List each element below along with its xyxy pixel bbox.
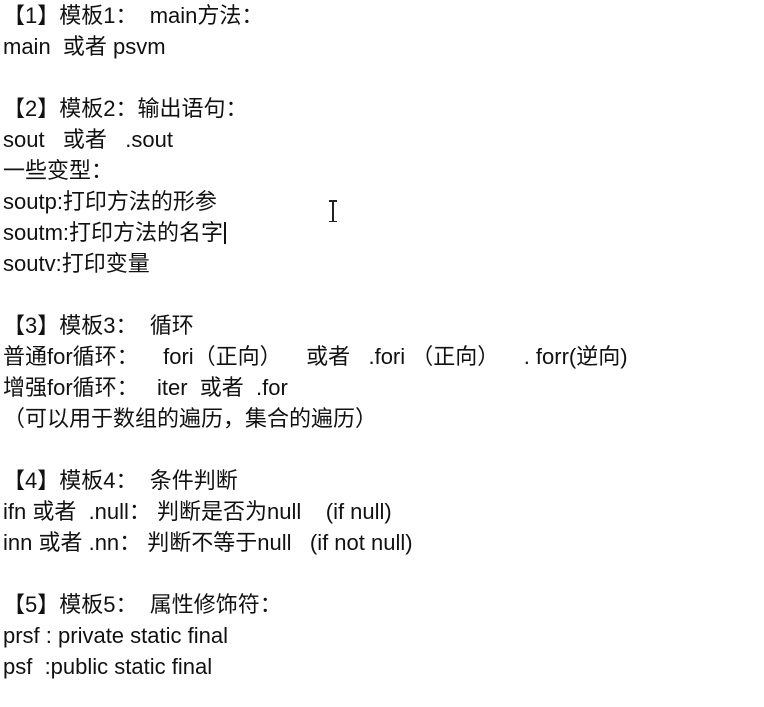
document-body[interactable]: 【1】模板1： main方法： main 或者 psvm 【2】模板2：输出语句… [3,0,758,682]
section-2-heading: 【2】模板2：输出语句： [3,96,248,121]
variant-soutp: soutp:打印方法的形参 [3,189,217,214]
template-2-content: sout 或者 .sout [3,127,173,152]
variant-soutm-text: soutm:打印方法的名字 [3,220,224,245]
template-3-normal-for: 普通for循环： fori（正向） 或者 .fori （正向） . forr(逆… [3,344,628,369]
text-caret [224,222,226,244]
variants-label: 一些变型： [3,158,114,183]
template-3-note: （可以用于数组的遍历，集合的遍历） [3,406,378,431]
template-3-enhanced-for: 增强for循环： iter 或者 .for [3,375,288,400]
section-3-heading: 【3】模板3： 循环 [3,313,194,338]
variant-soutv: soutv:打印变量 [3,251,150,276]
variant-soutm: soutm:打印方法的名字 [3,217,758,248]
section-1-heading: 【1】模板1： main方法： [3,3,264,28]
template-5-psf: psf :public static final [3,654,213,679]
template-4-ifn: ifn 或者 .null： 判断是否为null (if null) [3,499,392,524]
section-4-heading: 【4】模板4： 条件判断 [3,468,238,493]
template-5-prsf: prsf : private static final [3,623,228,648]
section-5-heading: 【5】模板5： 属性修饰符： [3,592,282,617]
i-beam-cursor-icon [328,200,338,222]
template-4-inn: inn 或者 .nn： 判断不等于null (if not null) [3,530,413,555]
template-1-content: main 或者 psvm [3,34,166,59]
